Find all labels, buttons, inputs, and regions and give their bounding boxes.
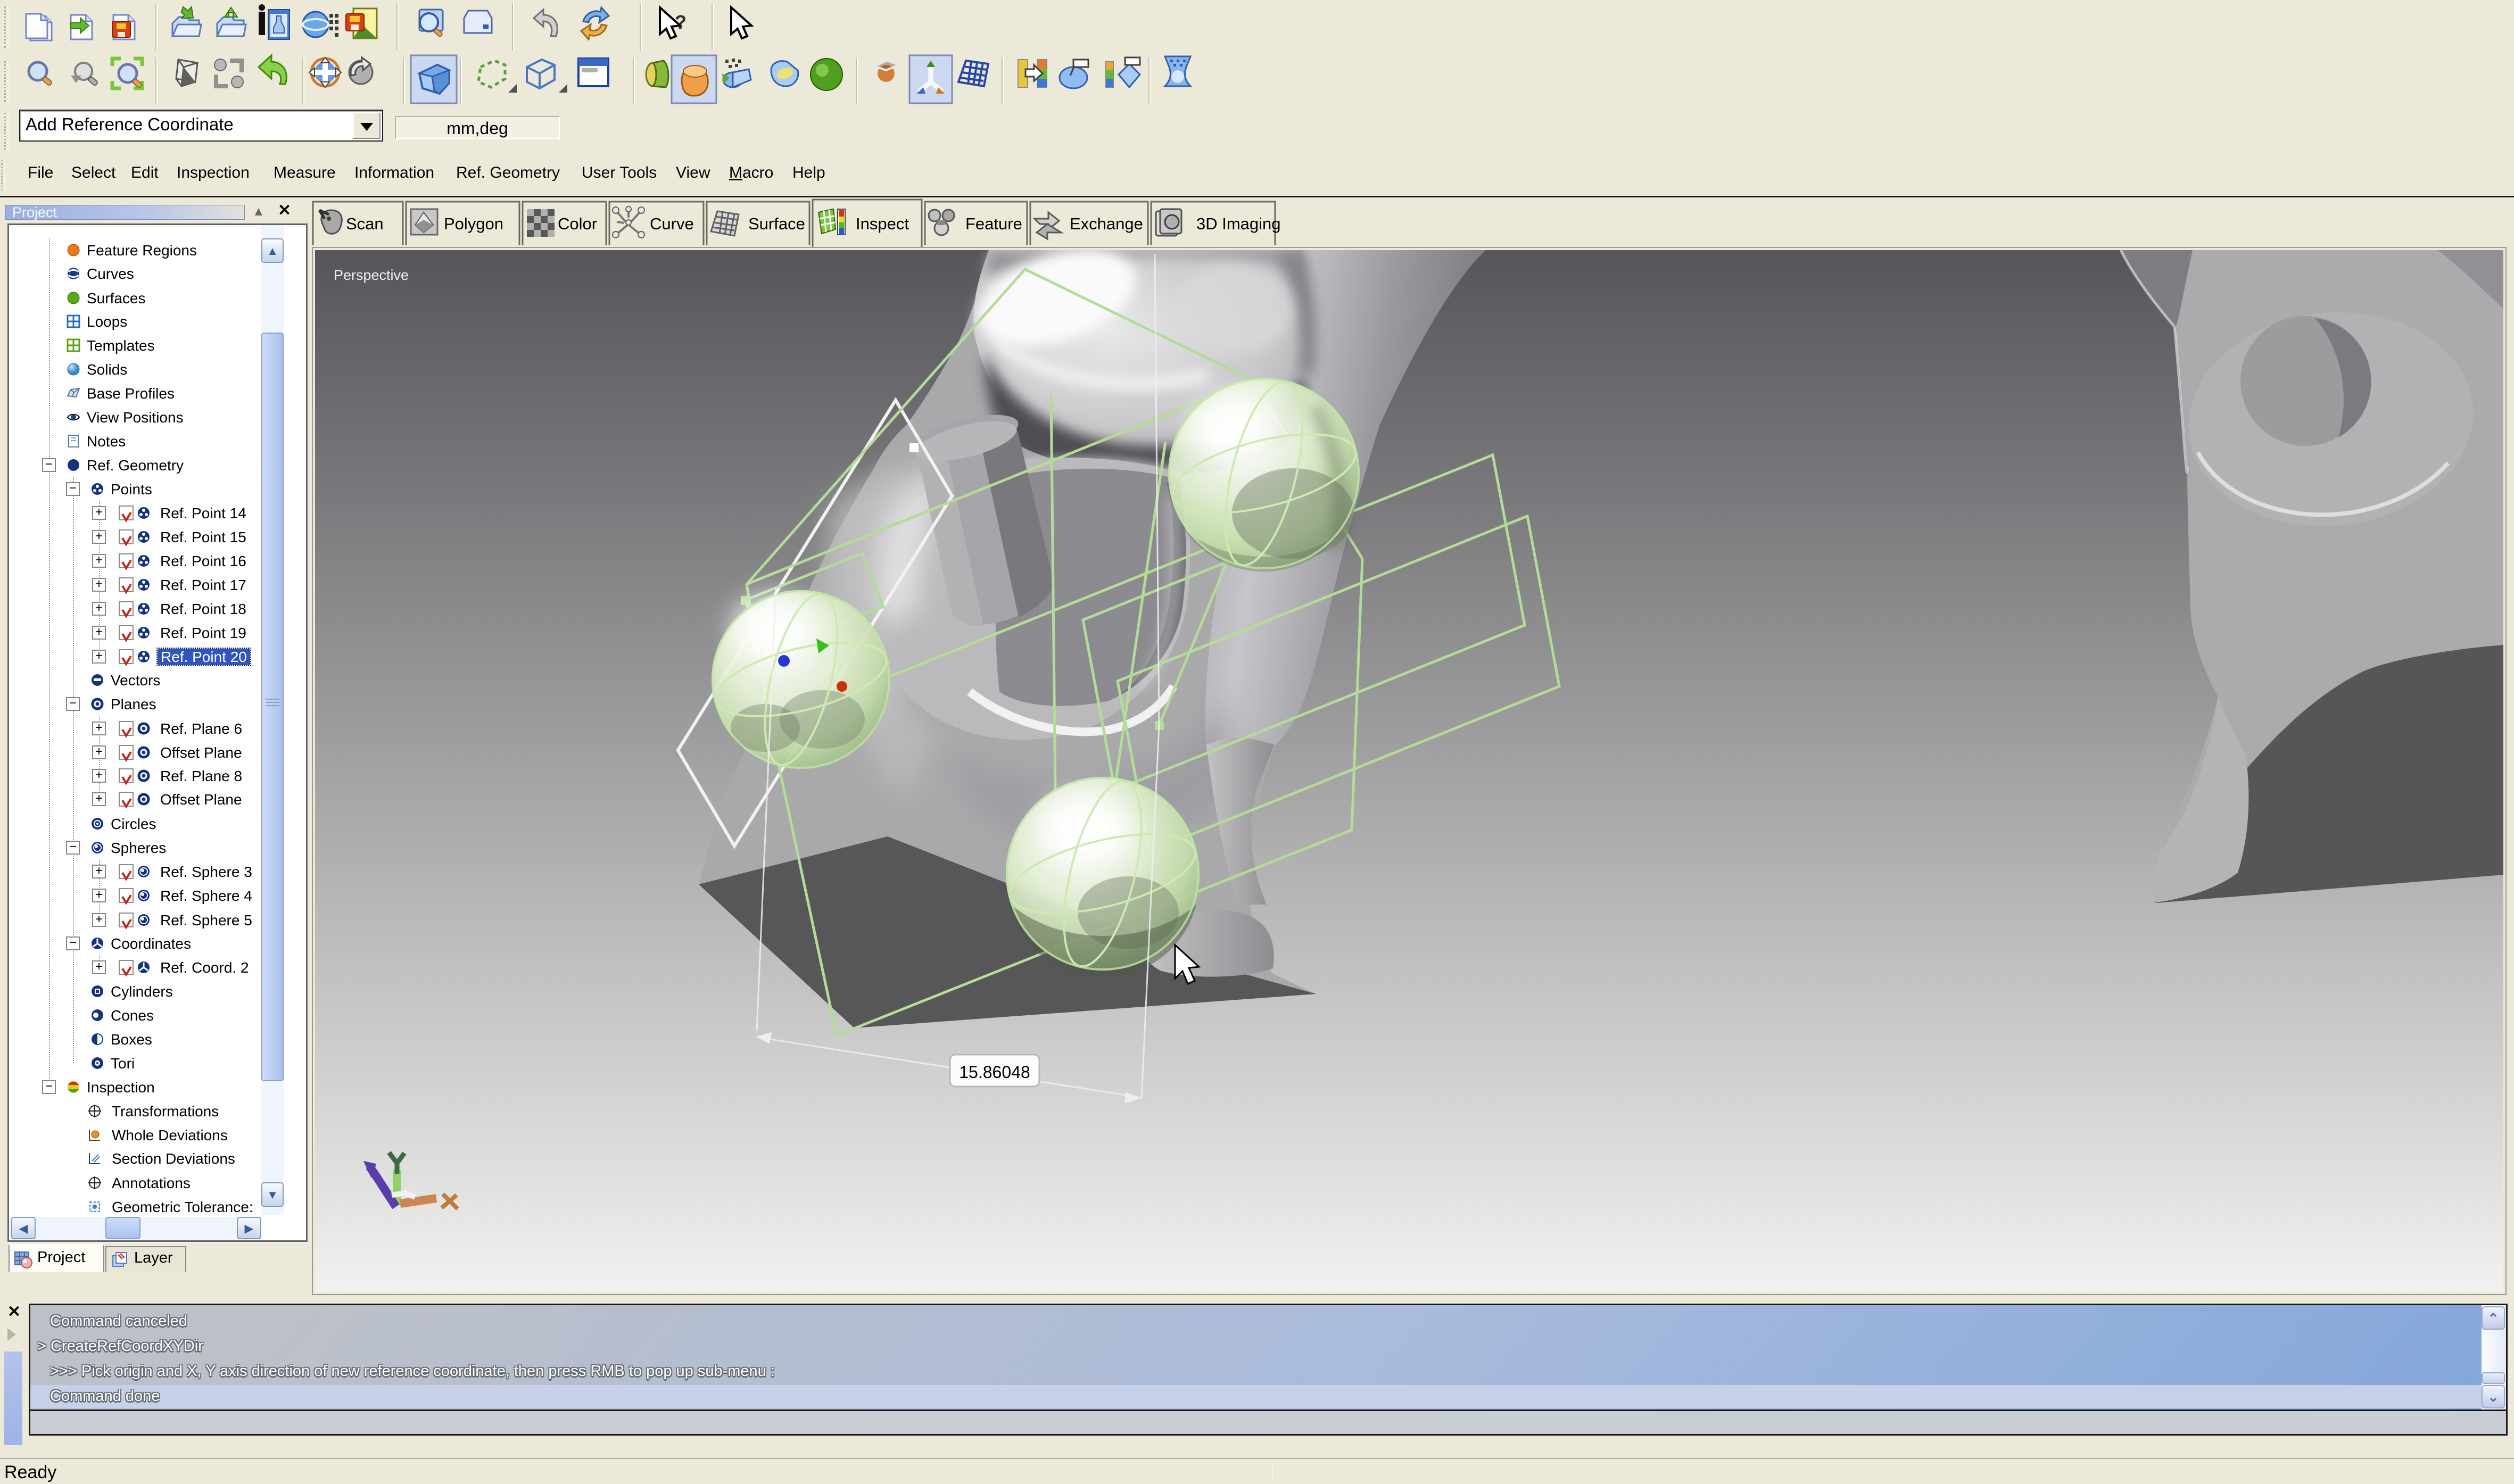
svg-text:Inspect: Inspect <box>856 214 909 233</box>
svg-text:?: ? <box>675 11 687 33</box>
svg-text:Curve: Curve <box>650 214 694 233</box>
svg-text:Color: Color <box>558 214 597 233</box>
svg-text:Perspective: Perspective <box>334 267 409 283</box>
svg-text:15.86048: 15.86048 <box>959 1063 1030 1082</box>
svg-text:Scan: Scan <box>346 214 384 233</box>
svg-text:Surface: Surface <box>748 214 805 233</box>
svg-text:Polygon: Polygon <box>444 214 503 233</box>
svg-text:Exchange: Exchange <box>1070 214 1143 233</box>
svg-text:3D Imaging: 3D Imaging <box>1196 214 1281 233</box>
svg-text:Feature: Feature <box>965 214 1022 233</box>
